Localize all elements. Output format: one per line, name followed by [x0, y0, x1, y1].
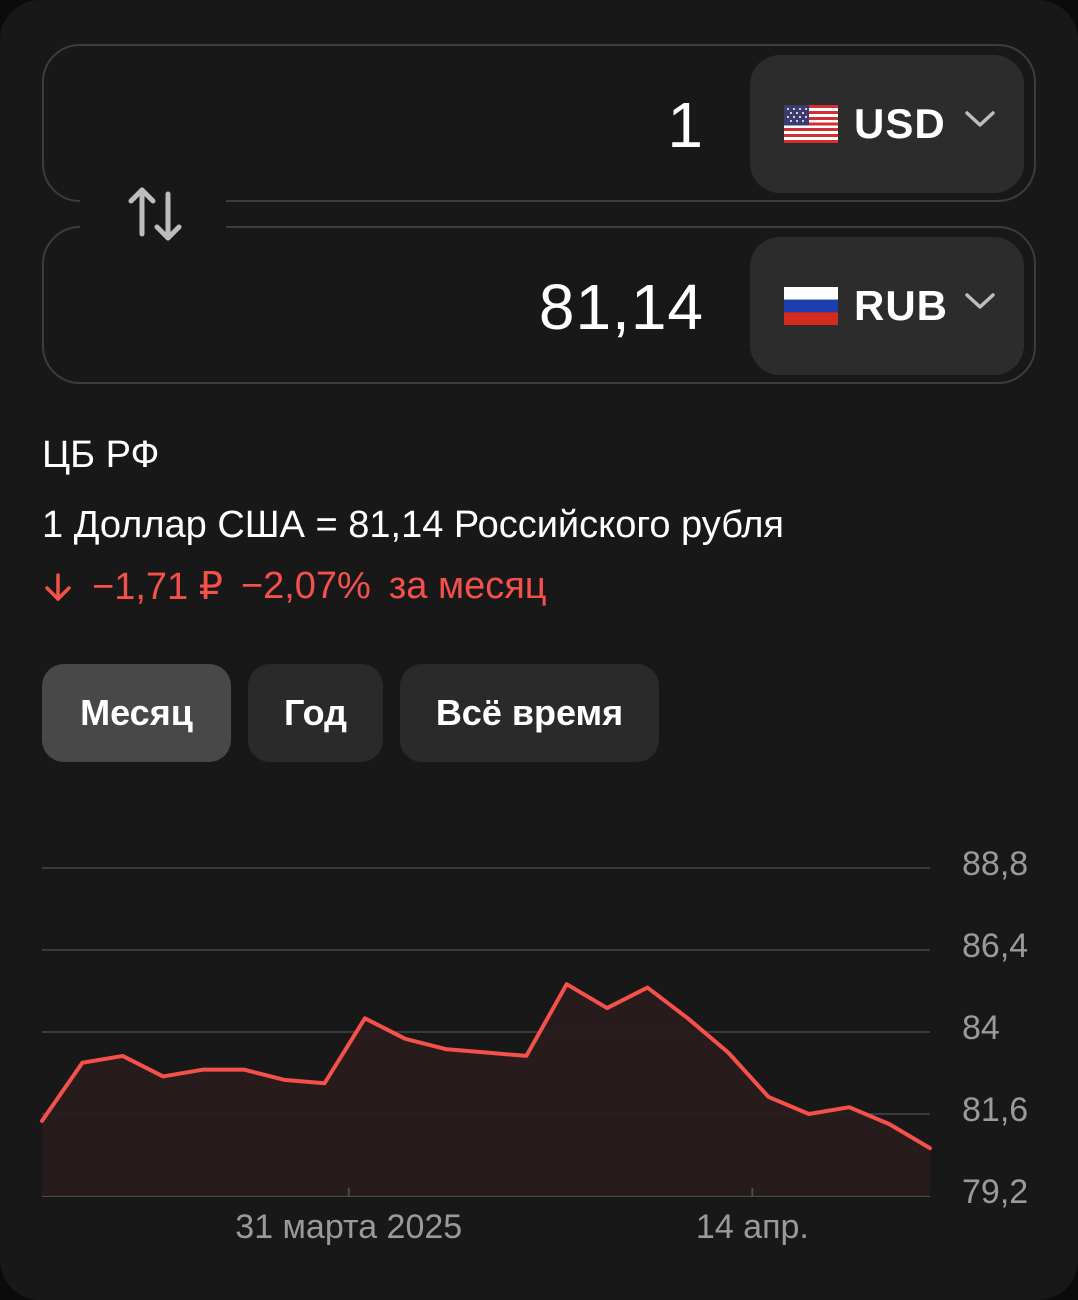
- ru-flag-icon: [784, 287, 838, 325]
- to-currency-select[interactable]: RUB: [750, 237, 1024, 375]
- period-tabs: Месяц Год Всё время: [42, 664, 676, 762]
- to-currency-code: RUB: [854, 282, 948, 330]
- tab-month[interactable]: Месяц: [42, 664, 231, 762]
- arrow-down-icon: [42, 571, 74, 603]
- chevron-down-icon: [964, 109, 996, 129]
- us-flag-icon: [784, 105, 838, 143]
- converter-card: 1 USD: [0, 0, 1078, 1300]
- rate-change: −1,71 ₽ −2,07% за месяц: [42, 564, 565, 609]
- y-tick-label: 79,2: [962, 1173, 1028, 1211]
- change-percent: −2,07%: [241, 565, 371, 608]
- y-tick-label: 81,6: [962, 1091, 1028, 1129]
- rate-source: ЦБ РФ: [42, 434, 159, 477]
- from-amount-box[interactable]: 1 USD: [42, 44, 1036, 202]
- y-tick-label: 84: [962, 1009, 1000, 1047]
- rate-text: 1 Доллар США = 81,14 Российского рубля: [42, 504, 784, 547]
- y-tick-label: 86,4: [962, 927, 1028, 965]
- area-fill: [42, 984, 930, 1196]
- rate-chart: 88,8 86,4 84 81,6 79,2 31 марта 2025 14 апр.: [0, 820, 1078, 1260]
- to-amount[interactable]: 81,14: [539, 272, 704, 342]
- x-tick-label: 31 марта 2025: [235, 1208, 462, 1246]
- from-currency-select[interactable]: USD: [750, 55, 1024, 193]
- swap-arrows-icon[interactable]: [126, 184, 186, 246]
- from-amount[interactable]: 1: [667, 90, 704, 160]
- change-absolute: −1,71 ₽: [92, 564, 223, 609]
- tab-all-time[interactable]: Всё время: [400, 664, 659, 762]
- change-period: за месяц: [389, 565, 547, 608]
- x-tick-label: 14 апр.: [696, 1208, 809, 1246]
- tab-year[interactable]: Год: [248, 664, 383, 762]
- y-tick-label: 88,8: [962, 845, 1028, 883]
- chevron-down-icon: [964, 291, 996, 311]
- to-amount-box[interactable]: 81,14 RUB: [42, 226, 1036, 384]
- from-currency-code: USD: [854, 100, 946, 148]
